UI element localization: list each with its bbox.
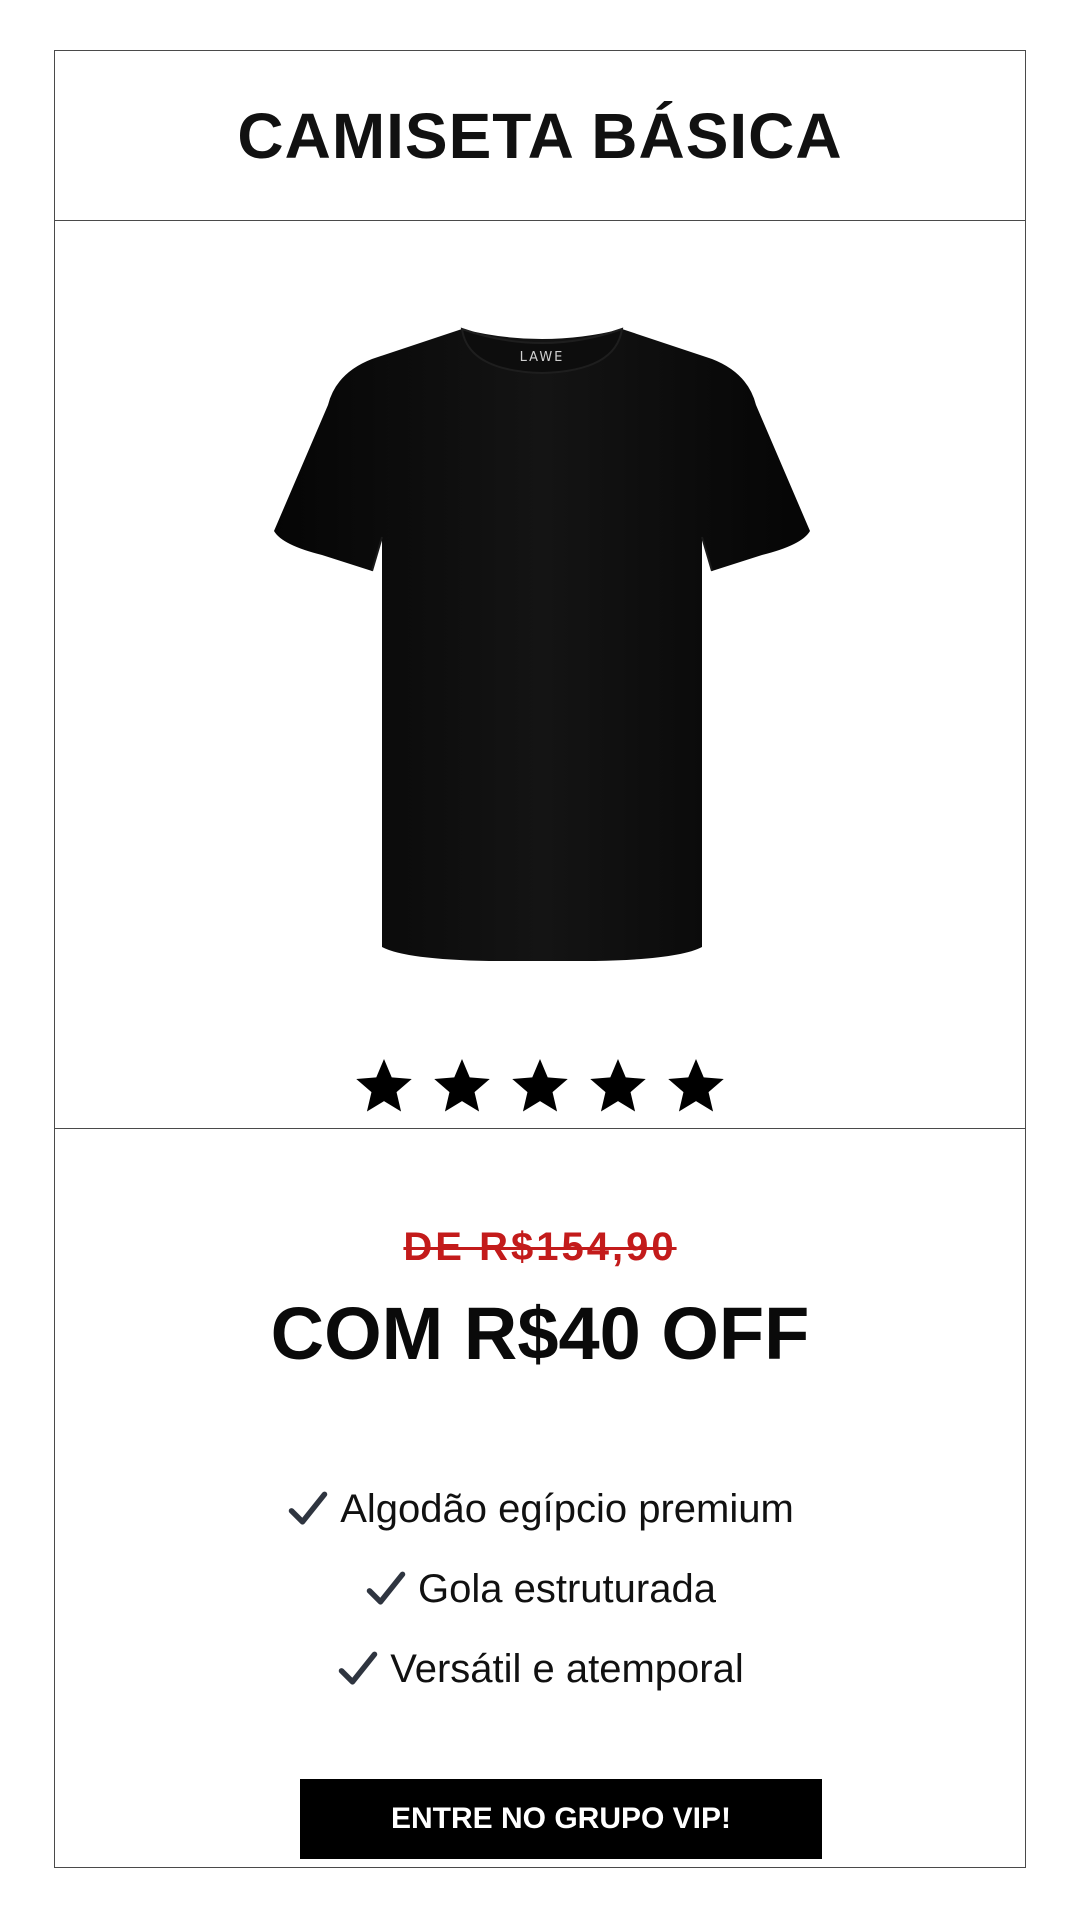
feature-item: Algodão egípcio premium [55, 1469, 1025, 1549]
feature-item: Versátil e atemporal [55, 1629, 1025, 1709]
checkmark-icon [288, 1491, 328, 1525]
checkmark-icon [338, 1651, 378, 1685]
offer-section: DE R$154,90 COM R$40 OFF Algodão egípcio… [55, 1129, 1025, 1869]
rating-stars [55, 1055, 1025, 1119]
tshirt-image: LAWE [274, 327, 810, 961]
discount-label: COM R$40 OFF [270, 1292, 810, 1375]
star-icon [590, 1059, 646, 1112]
feature-item: Gola estruturada [55, 1549, 1025, 1629]
star-icon [668, 1059, 724, 1112]
product-title: CAMISETA BÁSICA [237, 99, 843, 172]
product-card: CAMISETA BÁSICA LAWE DE R$154,90 COM R$4… [54, 50, 1026, 1868]
brand-label: LAWE [520, 350, 565, 365]
feature-text: Algodão egípcio premium [340, 1486, 794, 1531]
join-vip-button[interactable]: ENTRE NO GRUPO VIP! [300, 1779, 822, 1859]
star-icon [434, 1059, 490, 1112]
product-media: LAWE [55, 221, 1025, 1129]
old-price: DE R$154,90 [403, 1225, 677, 1269]
card-header: CAMISETA BÁSICA [55, 51, 1025, 221]
feature-list: Algodão egípcio premium Gola estruturada V… [55, 1469, 1025, 1709]
checkmark-icon [366, 1571, 406, 1605]
feature-text: Versátil e atemporal [390, 1646, 744, 1691]
feature-text: Gola estruturada [418, 1566, 716, 1611]
star-icon [356, 1059, 412, 1112]
star-icon [512, 1059, 568, 1112]
